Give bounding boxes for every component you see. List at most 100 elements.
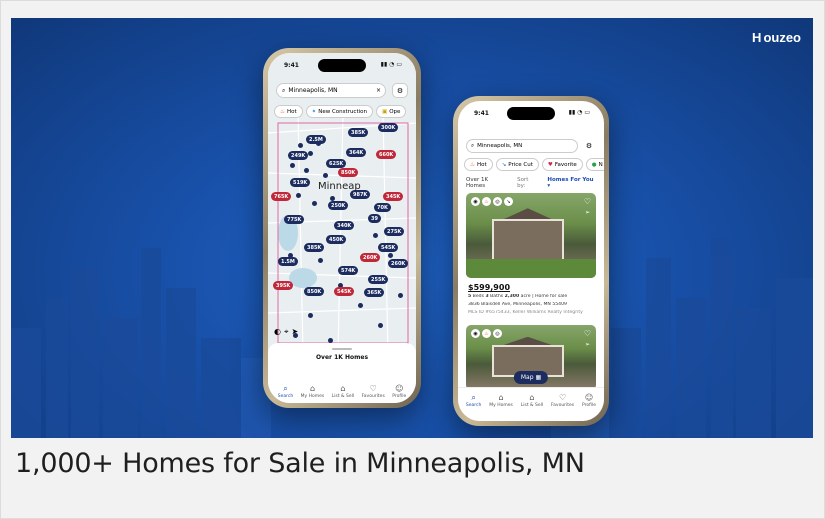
tab-label: Search bbox=[277, 394, 294, 399]
listing-photo[interactable]: ◉ ♨ ◎ ↘ ♡ ➢ bbox=[466, 193, 596, 278]
map-price-pin[interactable]: 340K bbox=[334, 221, 355, 230]
search-input[interactable]: ⌕ Minneapolis, MN × bbox=[276, 83, 386, 98]
listing-title-link[interactable]: 1,000+ Homes for Sale in Minneapolis, MN bbox=[15, 448, 585, 479]
chip-label: Hot bbox=[286, 108, 297, 115]
map-price-pin[interactable]: 2.5M bbox=[306, 135, 326, 144]
map-price-pin[interactable]: 850K bbox=[338, 168, 359, 177]
map-price-pin[interactable]: 545K bbox=[378, 243, 399, 252]
map-price-pin[interactable]: 70K bbox=[374, 203, 391, 212]
tab-my-homes[interactable]: ⌂ My Homes bbox=[489, 394, 513, 421]
chip-label: New Construction bbox=[318, 108, 367, 115]
results-sheet[interactable]: Over 1K Homes ⌕ Search ⌂ My Homes ⌂ List & … bbox=[268, 343, 416, 403]
listing-badges: ◉ ♨ ◎ ↘ bbox=[471, 197, 513, 206]
map-price-pin[interactable]: 275K bbox=[384, 227, 405, 236]
chip-open-house[interactable]: ▣ Ope bbox=[375, 105, 407, 118]
search-value: Minneapolis, MN bbox=[477, 143, 523, 149]
map-price-pin[interactable]: 300K bbox=[378, 123, 399, 132]
filter-button[interactable]: ⚙ bbox=[392, 83, 408, 98]
map-price-pin[interactable]: 765K bbox=[271, 192, 292, 201]
map-screen: 9:41 ▮▮ ◔ ▭ 385K 300K 2.5M 364K 660K 249… bbox=[268, 53, 416, 403]
chip-label: N bbox=[598, 161, 603, 168]
map-tools[interactable]: ◐ ⌖ ➤ bbox=[274, 327, 298, 337]
map-toggle-button[interactable]: Map ▦ bbox=[513, 371, 549, 384]
beds-label: Beds bbox=[472, 294, 484, 299]
map-price-pin[interactable]: 260K bbox=[388, 259, 409, 268]
map-price-pin[interactable]: 1.5M bbox=[278, 257, 298, 266]
map-price-pin[interactable]: 364K bbox=[346, 148, 367, 157]
map-price-pin[interactable]: 850K bbox=[304, 287, 325, 296]
filter-button[interactable]: ⚙ bbox=[582, 139, 596, 153]
chip-hot[interactable]: ♨ Hot bbox=[274, 105, 303, 118]
sort-dropdown[interactable]: Homes For You ▾ bbox=[547, 177, 596, 189]
house-dollar-icon: ⌂ bbox=[340, 384, 346, 393]
tab-label: Profile bbox=[582, 403, 597, 408]
chip-new-construction[interactable]: ✦ New Construction bbox=[305, 105, 373, 118]
tab-my-homes[interactable]: ⌂ My Homes bbox=[301, 385, 325, 400]
location-arrow-icon[interactable]: ➤ bbox=[292, 327, 299, 337]
dynamic-island bbox=[318, 59, 366, 72]
results-header: Over 1K Homes Sort by: Homes For You ▾ bbox=[466, 177, 596, 189]
map-price-pin[interactable]: 250K bbox=[328, 201, 349, 210]
map-price-pin[interactable]: 385K bbox=[348, 128, 369, 137]
sheet-handle[interactable] bbox=[332, 348, 352, 350]
layers-icon[interactable]: ◐ bbox=[274, 327, 281, 337]
chip-favorite[interactable]: ♥ Favorite bbox=[541, 158, 583, 171]
clear-icon[interactable]: × bbox=[376, 87, 381, 94]
map-price-pin[interactable]: 545K bbox=[334, 287, 355, 296]
map-price-pin[interactable]: 395K bbox=[273, 281, 294, 290]
chip-label: Favorite bbox=[554, 161, 577, 168]
map-price-pin[interactable]: 385K bbox=[304, 243, 325, 252]
camera-icon: ◎ bbox=[493, 329, 502, 338]
map-price-pin[interactable]: 625K bbox=[326, 159, 347, 168]
pin-icon[interactable]: ⌖ bbox=[284, 327, 289, 337]
favorite-icon[interactable]: ♡ bbox=[584, 329, 591, 338]
tab-search[interactable]: ⌕ Search bbox=[466, 394, 481, 421]
tab-favourites[interactable]: ♡ Favourites bbox=[362, 384, 385, 400]
listing-specs: 5 Beds 3 Baths 2,300 acre | Home for sal… bbox=[468, 294, 568, 299]
map-price-pin[interactable]: 450K bbox=[326, 235, 347, 244]
listing-price: $599,900 bbox=[468, 283, 511, 292]
share-icon[interactable]: ➢ bbox=[585, 341, 590, 348]
tab-search[interactable]: ⌕ Search bbox=[277, 385, 294, 400]
filter-chips: ♨ Hot ✦ New Construction ▣ Ope bbox=[274, 105, 416, 119]
chip-price-cut[interactable]: ↘ Price Cut bbox=[495, 158, 539, 171]
tab-favourites[interactable]: ♡ Favourites bbox=[551, 394, 574, 421]
share-icon[interactable]: ➢ bbox=[585, 209, 590, 216]
tab-profile[interactable]: ☺ Profile bbox=[392, 385, 406, 400]
sort-label: Sort by: bbox=[517, 177, 529, 189]
map-price-pin[interactable]: 660K bbox=[376, 150, 397, 159]
map-price-pin[interactable]: 574K bbox=[338, 266, 359, 275]
search-input[interactable]: ⌕ Minneapolis, MN bbox=[466, 139, 578, 153]
tab-profile[interactable]: ☺ Profile bbox=[582, 394, 596, 421]
fire-icon: ♨ bbox=[280, 108, 285, 115]
tab-list-sell[interactable]: ⌂ List & Sell bbox=[331, 384, 355, 400]
bottom-tab-bar: ⌕ Search ⌂ My Homes ⌂ List & Sell ♡ Favourit… bbox=[268, 384, 416, 400]
chip-label: Price Cut bbox=[508, 161, 533, 168]
listing-badges: ◉ ♨ ◎ bbox=[471, 329, 502, 338]
baths-value: 3 bbox=[485, 294, 489, 299]
map-price-pin[interactable]: 365K bbox=[364, 288, 385, 297]
chip-hot[interactable]: ♨ Hot bbox=[464, 158, 493, 171]
fire-icon: ♨ bbox=[470, 161, 475, 168]
map-city-label: Minneap bbox=[318, 181, 361, 192]
tab-label: List & Sell bbox=[331, 394, 355, 399]
listing-mls: MLS ID #6575433, Keller Williams Realty … bbox=[468, 310, 583, 315]
tab-label: My Homes bbox=[489, 403, 513, 408]
listing-card[interactable]: Houzeo 9:41 ▮▮ ◔ ▭ 385K 300K 2.5M 364K 6… bbox=[0, 0, 825, 519]
map-price-pin[interactable]: 39 bbox=[368, 214, 381, 223]
sliders-icon: ⚙ bbox=[585, 142, 593, 150]
chip-new[interactable]: ● N bbox=[585, 158, 604, 171]
map-price-pin[interactable]: 260K bbox=[360, 253, 381, 262]
map-price-pin[interactable]: 775K bbox=[284, 215, 305, 224]
map-price-pin[interactable]: 345K bbox=[383, 192, 404, 201]
acre-label: acre bbox=[520, 294, 531, 299]
map-price-pin[interactable]: 255K bbox=[368, 275, 389, 284]
tab-list-sell[interactable]: ⌂ List & Sell bbox=[521, 394, 543, 421]
bottom-tab-bar: ⌕ Search ⌂ My Homes ⌂ List & Sell ♡ Favourit… bbox=[458, 387, 604, 421]
favorite-icon[interactable]: ♡ bbox=[584, 197, 591, 206]
camera-icon: ◎ bbox=[493, 197, 502, 206]
map-price-pin[interactable]: 249K bbox=[288, 151, 309, 160]
heart-icon: ♡ bbox=[369, 384, 377, 393]
circle-icon: ● bbox=[591, 161, 597, 168]
map-price-pin[interactable]: 519K bbox=[290, 178, 311, 187]
